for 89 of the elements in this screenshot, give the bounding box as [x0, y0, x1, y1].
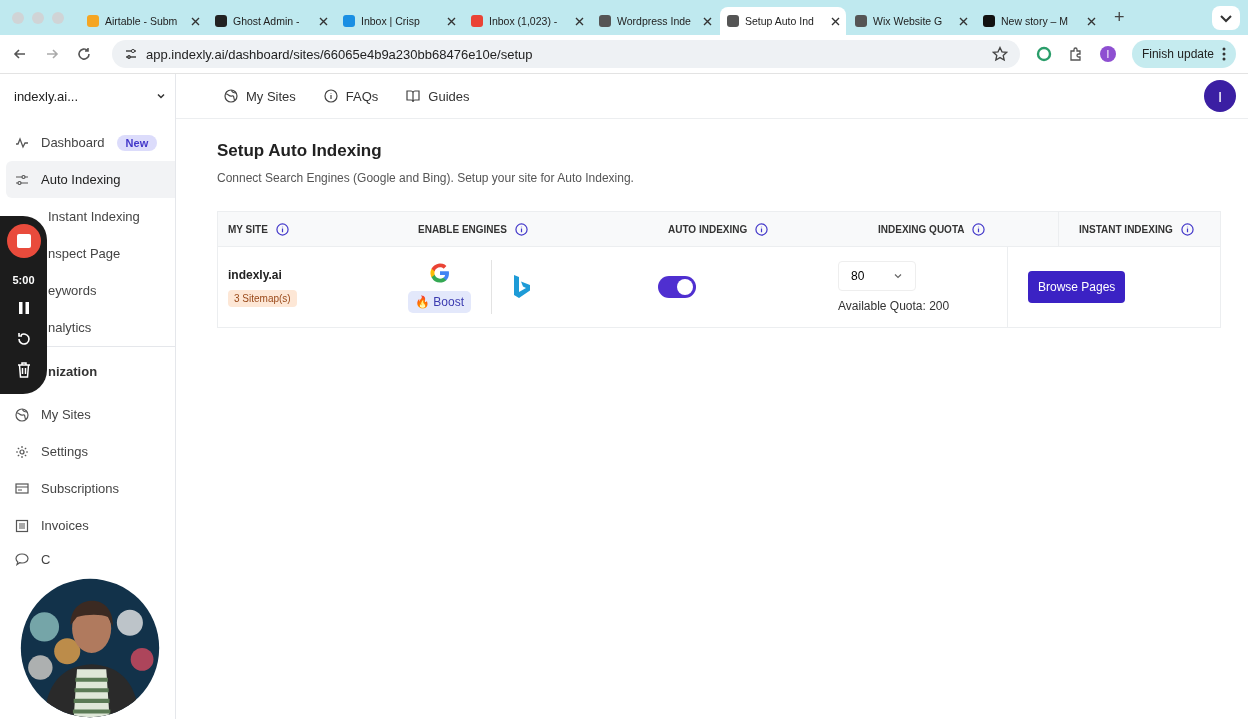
column-header: MY SITE	[228, 223, 268, 235]
browser-tab[interactable]: Wordpress Inde	[592, 7, 718, 35]
user-avatar[interactable]: I	[1204, 80, 1236, 112]
available-quota: Available Quota: 200	[838, 299, 950, 313]
sidebar-item[interactable]: Dashboard New	[6, 124, 175, 161]
sidebar-item[interactable]: nalytics	[48, 309, 175, 346]
browser-tab[interactable]: Inbox (1,023) -	[464, 7, 590, 35]
site-icon	[854, 14, 868, 28]
toggle-switch[interactable]	[658, 276, 696, 298]
address-field[interactable]: app.indexly.ai/dashboard/sites/66065e4b9a230bb68476e10e/setup	[112, 40, 1020, 68]
info-icon	[323, 89, 338, 103]
site-icon	[342, 14, 356, 28]
boost-button[interactable]: 🔥 Boost	[408, 291, 472, 313]
google-logo-icon[interactable]	[427, 261, 452, 285]
globe-icon	[15, 407, 29, 422]
more-icon	[1222, 47, 1226, 61]
star-icon[interactable]	[991, 46, 1008, 62]
card-icon	[15, 481, 29, 496]
info-icon[interactable]	[972, 222, 986, 236]
close-icon[interactable]	[1087, 16, 1096, 26]
info-icon[interactable]	[1180, 222, 1194, 236]
stop-button-icon[interactable]	[6, 224, 41, 258]
sidebar-item[interactable]: Auto Indexing	[6, 161, 175, 198]
site-icon	[214, 14, 228, 28]
close-icon[interactable]	[703, 16, 712, 26]
extension-icon[interactable]	[1035, 46, 1052, 62]
browser-tab[interactable]: Wix Website G	[848, 7, 974, 35]
profile-avatar[interactable]: I	[1099, 46, 1116, 62]
nav-link[interactable]: My Sites	[224, 88, 296, 104]
sitemap-badge: 3 Sitemap(s)	[228, 289, 297, 307]
chevron-down-icon	[893, 271, 903, 281]
browser-tab[interactable]: Airtable - Subm	[80, 7, 206, 35]
sidebar-item[interactable]: Subscriptions	[6, 470, 175, 507]
site-icon	[470, 14, 484, 28]
bing-logo-icon[interactable]	[512, 274, 533, 300]
info-icon[interactable]	[755, 222, 769, 236]
site-icon	[726, 14, 740, 28]
globe-icon	[224, 89, 238, 103]
sidebar-item[interactable]: nspect Page	[48, 235, 175, 272]
close-icon[interactable]	[319, 16, 328, 26]
close-icon[interactable]	[831, 16, 840, 26]
site-selector[interactable]: indexly.ai...	[6, 82, 175, 110]
browser-tab[interactable]: Inbox | Crisp	[336, 7, 462, 35]
quota-select[interactable]: 80	[838, 261, 916, 291]
pulse-icon	[15, 135, 29, 150]
sidebar-item[interactable]: Settings	[6, 433, 175, 470]
restart-icon[interactable]	[15, 330, 32, 347]
close-icon[interactable]	[447, 16, 456, 26]
close-icon[interactable]	[575, 16, 584, 26]
sidebar-item[interactable]: My Sites	[6, 396, 175, 433]
book-icon	[406, 89, 421, 103]
sidebar-item[interactable]: eywords	[48, 272, 175, 309]
site-settings-icon	[124, 47, 138, 61]
browser-tab[interactable]: Ghost Admin -	[208, 7, 334, 35]
page-title: Setup Auto Indexing	[217, 141, 383, 161]
timer: 5:00	[12, 273, 35, 286]
nav-link[interactable]: FAQs	[323, 88, 379, 104]
pause-icon[interactable]	[17, 301, 30, 315]
info-icon[interactable]	[514, 222, 528, 236]
close-icon[interactable]	[959, 16, 968, 26]
browser-tab[interactable]: Setup Auto Ind	[720, 7, 846, 35]
browse-pages-button[interactable]: Browse Pages	[1028, 271, 1126, 303]
sidebar-item[interactable]: C	[6, 544, 55, 574]
column-header: INDEXING QUOTA	[878, 223, 965, 235]
column-header: ENABLE ENGINES	[418, 223, 507, 235]
site-icon	[982, 14, 996, 28]
gear-icon	[15, 444, 29, 459]
nav-link[interactable]: Guides	[406, 88, 470, 104]
trash-icon[interactable]	[16, 362, 31, 378]
update-button[interactable]: Finish update	[1131, 40, 1236, 68]
new-badge: New	[116, 134, 158, 151]
reload-icon[interactable]	[76, 46, 92, 62]
sidebar-item[interactable]: Invoices	[6, 507, 175, 544]
chat-icon	[15, 552, 29, 566]
site-icon	[86, 14, 100, 28]
sliders-icon	[15, 172, 29, 187]
info-icon[interactable]	[275, 222, 289, 236]
chevron-down-icon[interactable]	[1212, 5, 1240, 30]
browser-tab[interactable]: New story – M	[976, 7, 1102, 35]
page-subtitle: Connect Search Engines (Google and Bing). Setup your site for Auto Indexing.	[217, 171, 635, 185]
sidebar-item[interactable]: Instant Indexing	[48, 198, 175, 235]
new-tab-button[interactable]: +	[1114, 7, 1125, 28]
site-icon	[598, 14, 612, 28]
close-icon[interactable]	[191, 16, 200, 26]
doc-icon	[15, 518, 29, 533]
column-header: INSTANT INDEXING	[1079, 223, 1173, 235]
puzzle-icon[interactable]	[1067, 46, 1084, 62]
column-header: AUTO INDEXING	[668, 223, 748, 235]
site-name: indexly.ai	[228, 267, 282, 282]
